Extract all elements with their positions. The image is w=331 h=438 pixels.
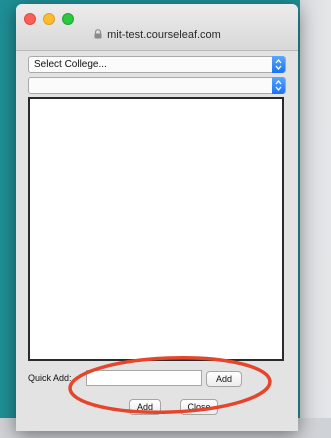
quick-add-input[interactable] — [86, 370, 202, 386]
add-button[interactable]: Add — [129, 399, 161, 415]
url-text: mit-test.courseleaf.com — [107, 29, 221, 41]
quick-add-label: Quick Add: — [28, 373, 72, 383]
select-arrows-icon — [272, 56, 285, 73]
background-page — [300, 0, 331, 438]
zoom-window-icon[interactable] — [62, 13, 74, 25]
address-bar[interactable]: mit-test.courseleaf.com — [16, 29, 298, 41]
college-select[interactable]: Select College... — [28, 56, 286, 73]
quick-add-button[interactable]: Add — [206, 371, 242, 387]
lock-icon — [94, 29, 102, 39]
secondary-select[interactable] — [28, 77, 286, 94]
select-arrows-icon — [272, 77, 285, 94]
close-button[interactable]: Close — [180, 399, 218, 415]
college-select-value: Select College... — [34, 59, 107, 70]
minimize-window-icon[interactable] — [43, 13, 55, 25]
window-titlebar: mit-test.courseleaf.com — [16, 4, 298, 51]
close-window-icon[interactable] — [24, 13, 36, 25]
selection-listbox[interactable] — [28, 97, 284, 361]
popup-window: mit-test.courseleaf.com Select College..… — [16, 4, 298, 431]
